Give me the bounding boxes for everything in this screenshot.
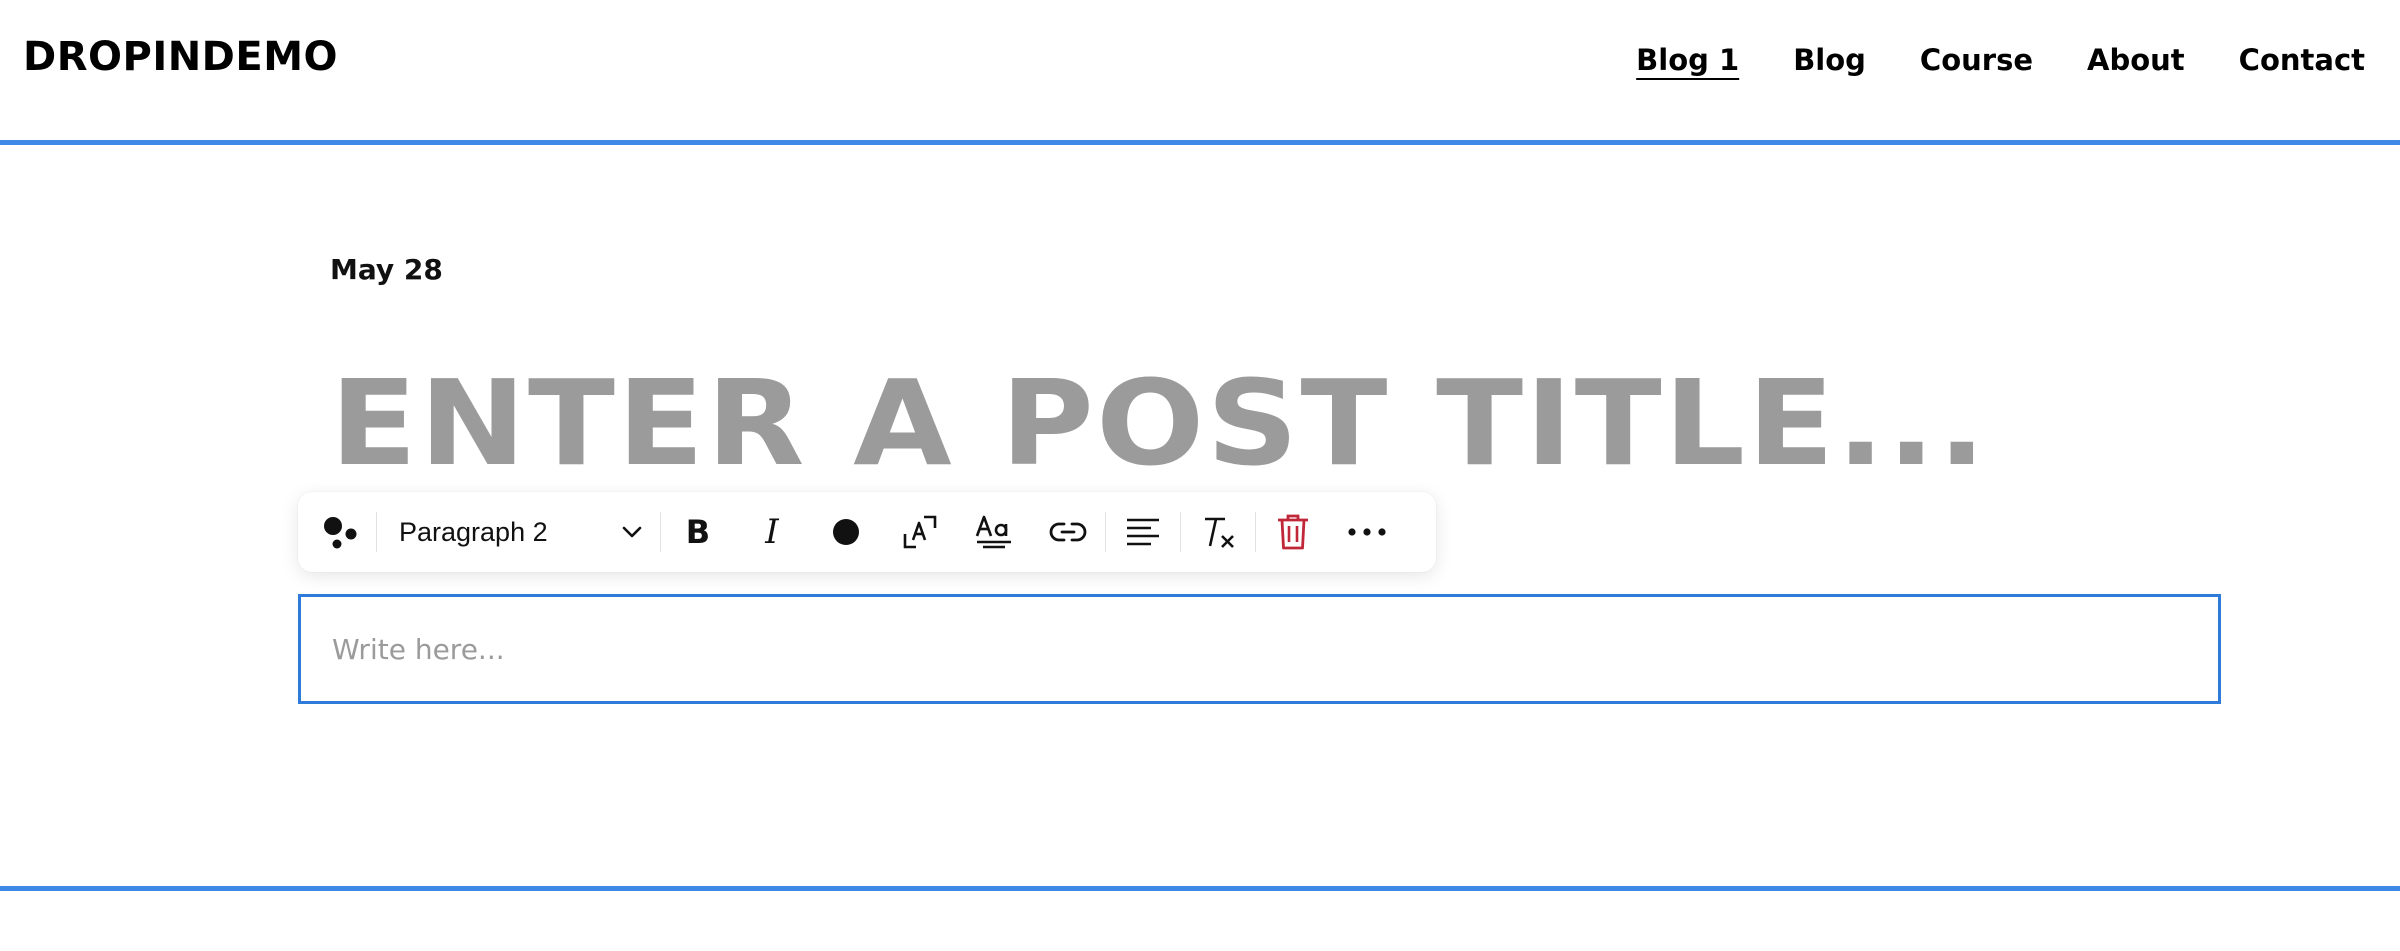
nav-item-blog-1[interactable]: Blog 1 [1636,40,1739,80]
post-date: May 28 [330,253,443,286]
text-color-button[interactable] [809,502,883,562]
italic-button[interactable]: I [735,502,809,562]
bold-icon: B [685,513,711,551]
text-case-icon [975,515,1011,549]
clear-format-button[interactable] [1181,502,1255,562]
italic-icon: I [765,512,779,552]
bold-button[interactable]: B [661,502,735,562]
text-color-icon [833,519,859,545]
site-logo[interactable]: DROPINDEMO [23,34,338,80]
link-button[interactable] [1031,502,1105,562]
block-menu-button[interactable] [316,502,364,562]
site-header: DROPINDEMO Blog 1 Blog Course About Cont… [0,0,2400,140]
nav-item-about[interactable]: About [2087,40,2185,80]
paragraph-editor[interactable] [298,594,2221,704]
post-title-input[interactable]: ENTER A POST TITLE... [330,358,1988,488]
paragraph-input[interactable] [301,597,2218,701]
delete-block-button[interactable] [1256,502,1330,562]
text-style-value: Paragraph 2 [399,516,548,547]
main-nav: Blog 1 Blog Course About Contact [1636,40,2365,80]
font-size-icon [903,515,937,549]
nav-item-contact[interactable]: Contact [2239,40,2365,80]
align-button[interactable] [1106,502,1180,562]
nav-item-blog[interactable]: Blog [1793,40,1866,80]
trash-icon [1278,514,1308,550]
text-case-button[interactable] [957,502,1031,562]
clear-format-icon [1205,517,1234,548]
more-options-button[interactable] [1330,502,1404,562]
align-left-icon [1127,518,1159,546]
section-divider-top [0,140,2400,145]
more-icon [1348,528,1386,536]
section-divider-bottom [0,886,2400,891]
chevron-down-icon [622,526,642,538]
font-size-button[interactable] [883,502,957,562]
nav-item-course[interactable]: Course [1920,40,2033,80]
dots-icon [324,517,357,549]
link-icon [1049,522,1087,542]
text-format-toolbar: Paragraph 2 B I [298,492,1436,572]
text-style-select[interactable]: Paragraph 2 [377,502,660,562]
